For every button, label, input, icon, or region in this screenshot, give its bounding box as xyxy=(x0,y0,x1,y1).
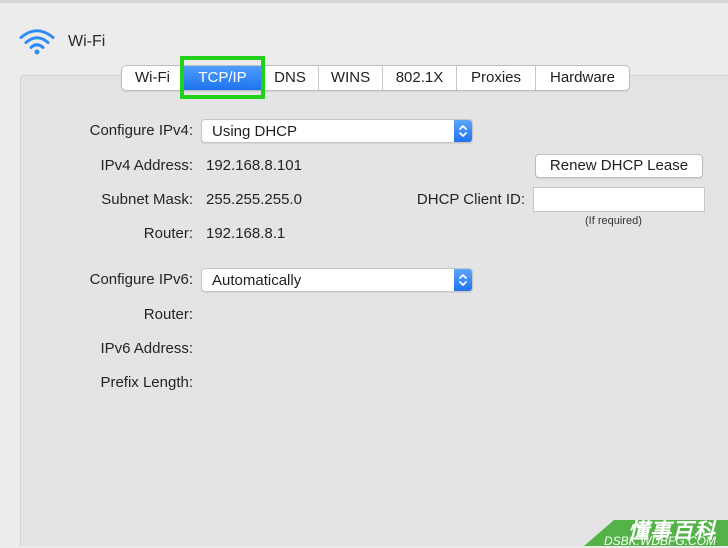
ipv4-router-value: 192.168.8.1 xyxy=(206,225,286,242)
tab-wifi[interactable]: Wi-Fi xyxy=(122,66,184,90)
tab-802-1x[interactable]: 802.1X xyxy=(383,66,457,90)
subnet-mask-value: 255.255.255.0 xyxy=(206,191,302,208)
tab-dns[interactable]: DNS xyxy=(262,66,319,90)
renew-dhcp-lease-button[interactable]: Renew DHCP Lease xyxy=(535,154,703,178)
configure-ipv6-select[interactable]: Automatically xyxy=(201,268,473,292)
chevron-up-down-icon xyxy=(459,274,467,286)
configure-ipv4-select[interactable]: Using DHCP xyxy=(201,119,473,143)
window-top-border xyxy=(0,0,728,3)
client-id-hint: (If required) xyxy=(585,215,642,227)
tab-bar: Wi-Fi TCP/IP DNS WINS 802.1X Proxies Har… xyxy=(121,65,630,91)
tab-tcpip[interactable]: TCP/IP xyxy=(184,66,262,90)
subnet-mask-label: Subnet Mask: xyxy=(101,191,193,208)
ipv6-router-label: Router: xyxy=(143,306,193,323)
configure-ipv6-label: Configure IPv6: xyxy=(89,271,193,288)
ipv4-address-label: IPv4 Address: xyxy=(100,157,193,174)
ipv4-address-value: 192.168.8.101 xyxy=(206,157,302,174)
configure-ipv4-label: Configure IPv4: xyxy=(89,122,193,139)
dhcp-client-id-label: DHCP Client ID: xyxy=(416,191,525,208)
dhcp-client-id-field[interactable] xyxy=(533,187,705,212)
configure-ipv4-value: Using DHCP xyxy=(212,123,298,140)
settings-panel xyxy=(20,75,728,546)
select-arrows-icon xyxy=(454,120,472,142)
network-title: Wi-Fi xyxy=(68,33,106,50)
chevron-up-down-icon xyxy=(459,125,467,137)
network-header: Wi-Fi xyxy=(18,26,105,58)
tab-wins[interactable]: WINS xyxy=(319,66,383,90)
tab-proxies[interactable]: Proxies xyxy=(457,66,536,90)
configure-ipv6-value: Automatically xyxy=(212,272,302,289)
wifi-icon xyxy=(19,29,55,55)
ipv4-router-label: Router: xyxy=(143,225,193,242)
prefix-length-label: Prefix Length: xyxy=(100,374,193,391)
tab-hardware[interactable]: Hardware xyxy=(536,66,629,90)
ipv6-address-label: IPv6 Address: xyxy=(100,340,193,357)
select-arrows-icon xyxy=(454,269,472,291)
